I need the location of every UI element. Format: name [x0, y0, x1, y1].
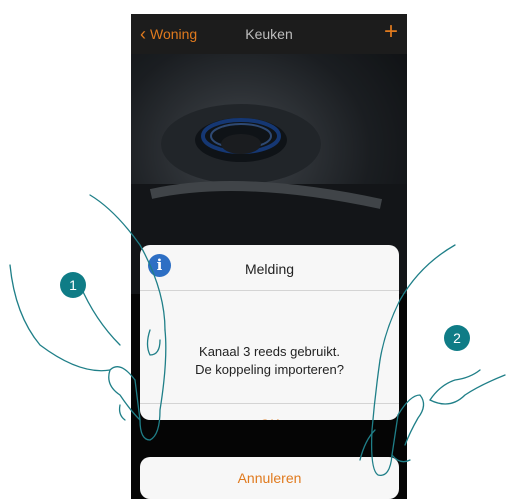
- pointing-hand-right: [359, 244, 506, 476]
- hand-illustrations: [9, 194, 506, 476]
- step-badge-2: 2: [444, 325, 470, 351]
- pointing-hand-left: [9, 194, 167, 441]
- step-badge-1: 1: [60, 272, 86, 298]
